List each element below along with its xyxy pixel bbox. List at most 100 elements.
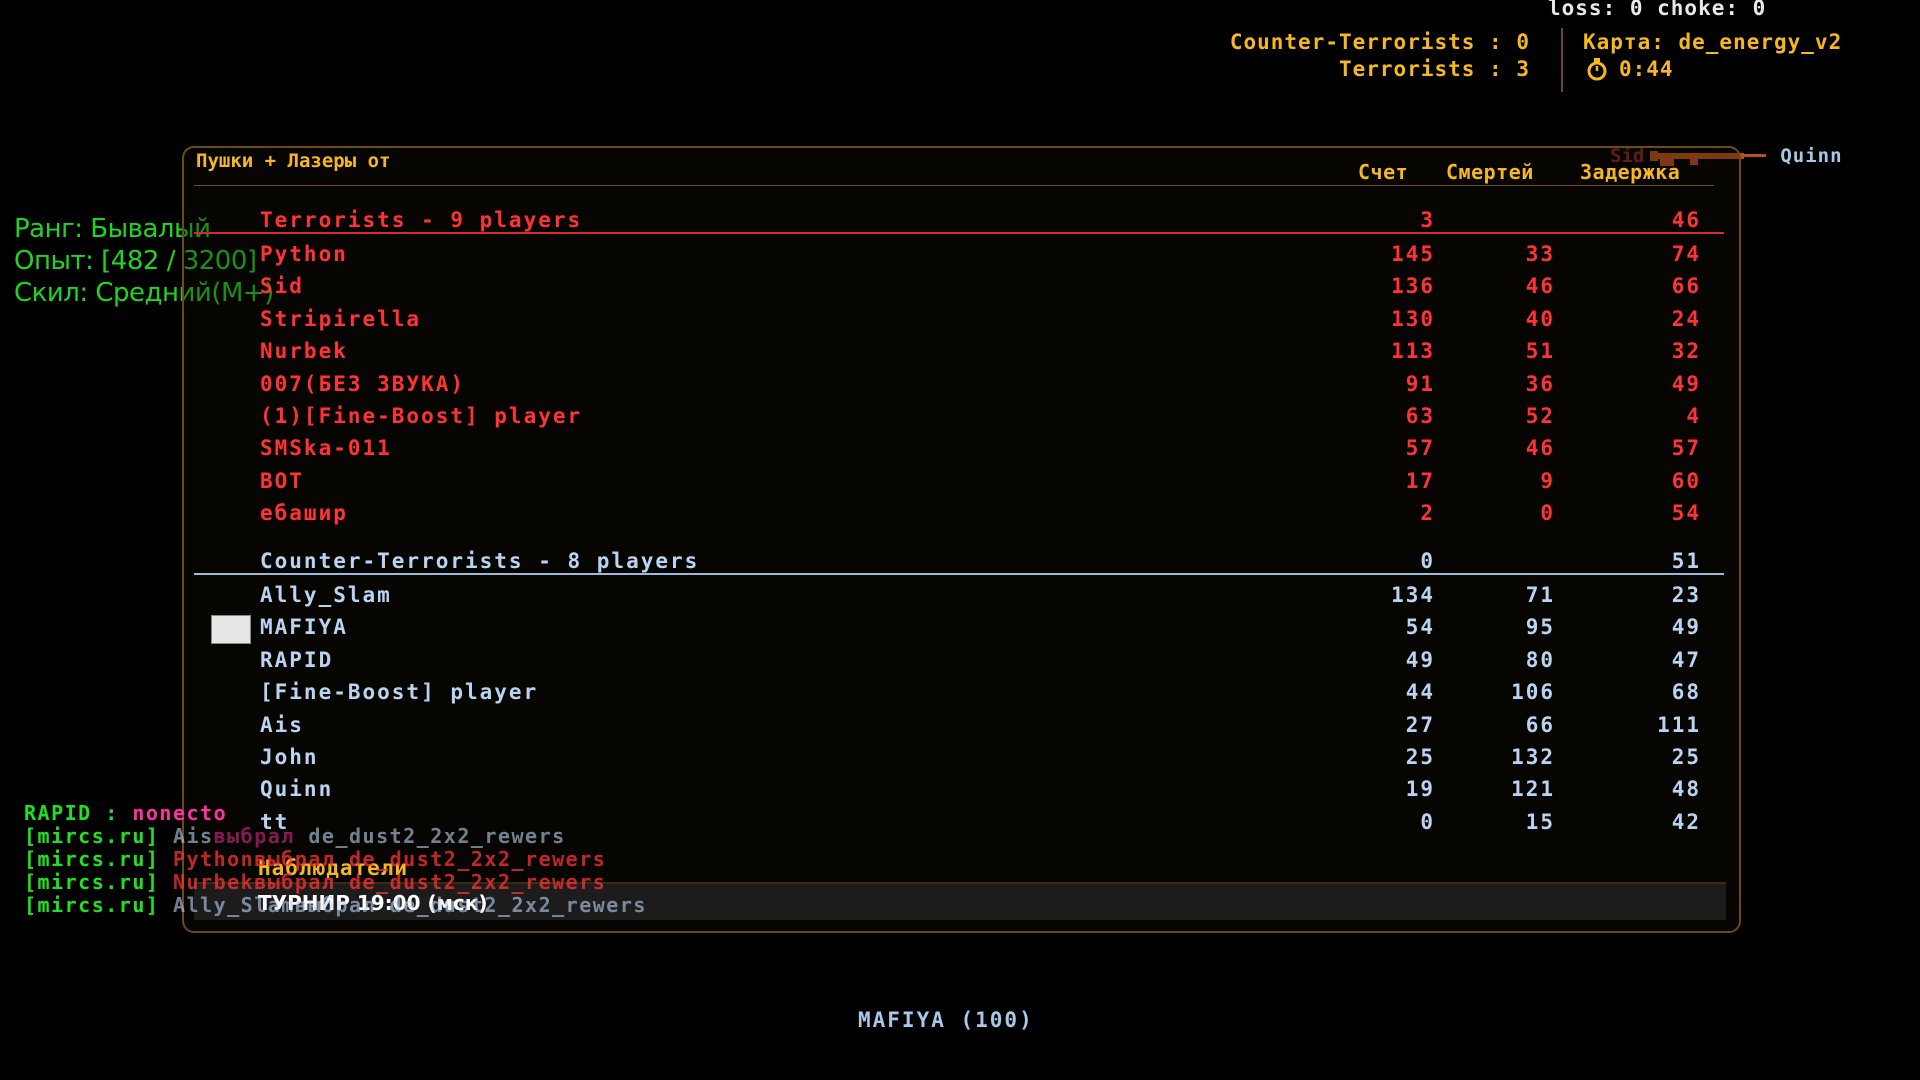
netgraph-readout: loss: 0 choke: 0 [1548, 0, 1767, 20]
team-ping: 51 [1671, 549, 1701, 573]
player-deaths: 46 [1525, 436, 1555, 461]
player-ping: 42 [1671, 809, 1701, 834]
chat-line: [mircs.ru] Aisвыбрал de_dust2_2x2_rewers [24, 824, 566, 848]
chat-text: de_dust2_2x2_rewers [349, 847, 607, 871]
chat-text: nonecto [132, 801, 228, 825]
team-score: 3 [1420, 208, 1435, 232]
chat-tag: [mircs.ru] [24, 847, 160, 871]
player-row: [Fine-Boost] player 44 106 68 [260, 680, 1715, 710]
player-ping: 24 [1671, 306, 1701, 331]
player-score: 136 [1391, 274, 1435, 299]
header-divider [1561, 28, 1563, 92]
player-deaths: 71 [1525, 583, 1555, 607]
killfeed-victim: Quinn [1780, 145, 1843, 167]
player-name: Ally_Slam [260, 583, 392, 607]
player-row: RAPID 49 80 47 [260, 648, 1715, 678]
player-row: Nurbek 113 51 32 [260, 339, 1715, 369]
chat-line: [mircs.ru] Nurbekвыбрал de_dust2_2x2_rew… [24, 870, 606, 894]
player-name: RAPID [260, 647, 334, 672]
player-ping: 48 [1671, 777, 1701, 802]
player-score: 0 [1420, 809, 1435, 834]
map-name: Карта: de_energy_v2 [1583, 30, 1843, 54]
player-score: 19 [1405, 777, 1435, 802]
chat-nick: Ais [172, 824, 214, 848]
player-avatar [211, 615, 251, 644]
t-team-score: Terrorists : 3 [1338, 57, 1530, 81]
player-name: Python [260, 242, 348, 266]
player-ping: 32 [1671, 339, 1701, 364]
player-row: 007(БЕЗ ЗВУКА) 91 36 49 [260, 372, 1715, 402]
player-row: BOT 17 9 60 [260, 469, 1715, 499]
player-row: SMSka-011 57 46 57 [260, 436, 1715, 466]
player-name: 007(БЕЗ ЗВУКА) [260, 371, 466, 396]
player-deaths: 9 [1540, 468, 1555, 493]
player-ping: 74 [1671, 242, 1701, 266]
column-header-score: Счет [1358, 160, 1409, 184]
player-name: Nurbek [260, 339, 348, 364]
chat-line: [mircs.ru] Ally_Slamвыбрал de_dust2_2x2_… [24, 893, 647, 917]
player-score: 130 [1391, 306, 1435, 331]
player-name: (1)[Fine-Boost] player [260, 404, 583, 428]
terrorists-divider [194, 232, 1724, 234]
player-score: 2 [1420, 501, 1435, 526]
player-ping: 4 [1686, 404, 1701, 428]
chat-line: [mircs.ru] Pythonвыбрал de_dust2_2x2_rew… [24, 847, 606, 871]
chat-nick: Ally_Slam [172, 893, 295, 917]
player-deaths: 52 [1525, 404, 1555, 428]
player-row: Stripirella 130 40 24 [260, 307, 1715, 337]
player-row: MAFIYA 54 95 49 [260, 615, 1715, 645]
team-ping: 46 [1671, 208, 1701, 232]
player-row: Ais 27 66 111 [260, 713, 1715, 743]
player-ping: 66 [1671, 274, 1701, 299]
round-timer: 0:44 [1585, 57, 1674, 81]
player-name: Ais [260, 712, 304, 737]
player-row: Python 145 33 74 [260, 242, 1715, 272]
player-row: John 25 132 25 [260, 745, 1715, 775]
player-deaths: 40 [1525, 306, 1555, 331]
ct-team-score: Counter-Terrorists : 0 [1229, 30, 1530, 54]
player-name: ебашир [260, 501, 348, 526]
player-score: 57 [1405, 436, 1435, 461]
scoreboard-title: Пушки + Лазеры от [196, 150, 391, 172]
player-row: (1)[Fine-Boost] player 63 52 4 [260, 404, 1715, 434]
player-deaths: 46 [1525, 274, 1555, 299]
team-label: Terrorists - 9 players [260, 208, 583, 232]
chat-text: de_dust2_2x2_rewers [389, 893, 647, 917]
player-score: 91 [1405, 371, 1435, 396]
player-name: John [260, 745, 319, 769]
player-score: 134 [1391, 583, 1435, 607]
chat-tag: [mircs.ru] [24, 893, 160, 917]
player-deaths: 66 [1525, 712, 1555, 737]
player-score: 113 [1391, 339, 1435, 364]
player-score: 25 [1405, 745, 1435, 769]
player-ping: 54 [1671, 501, 1701, 526]
chat-nick: Python [172, 847, 255, 871]
chat-line: RAPID : nonecto [24, 801, 227, 825]
player-ping: 49 [1671, 615, 1701, 640]
player-score: 63 [1405, 404, 1435, 428]
column-header-ping: Задержка [1580, 160, 1681, 184]
header-separator [194, 185, 1714, 186]
chat-tag: [mircs.ru] [24, 870, 160, 894]
chat-verb: выбрал [254, 847, 336, 871]
stopwatch-icon [1587, 58, 1607, 81]
player-ping: 49 [1671, 371, 1701, 396]
player-score: 49 [1405, 647, 1435, 672]
player-ping: 111 [1657, 712, 1701, 737]
player-deaths: 95 [1525, 615, 1555, 640]
player-deaths: 36 [1525, 371, 1555, 396]
chat-verb: выбрал [294, 893, 377, 917]
column-header-deaths: Смертей [1446, 160, 1534, 184]
player-ping: 60 [1671, 468, 1701, 493]
spectating-target: MAFIYA (100) [858, 1008, 1034, 1032]
player-ping: 68 [1671, 680, 1701, 705]
player-name: BOT [260, 468, 304, 493]
player-row: Ally_Slam 134 71 23 [260, 583, 1715, 613]
chat-verb: выбрал [254, 870, 336, 894]
player-name: SMSka-011 [260, 436, 392, 461]
player-ping: 23 [1671, 583, 1701, 607]
chat-tag: [mircs.ru] [24, 824, 160, 848]
player-name: Sid [260, 274, 304, 299]
rank-label: Ранг: Бывалый [14, 214, 211, 244]
chat-verb: выбрал [213, 824, 295, 848]
